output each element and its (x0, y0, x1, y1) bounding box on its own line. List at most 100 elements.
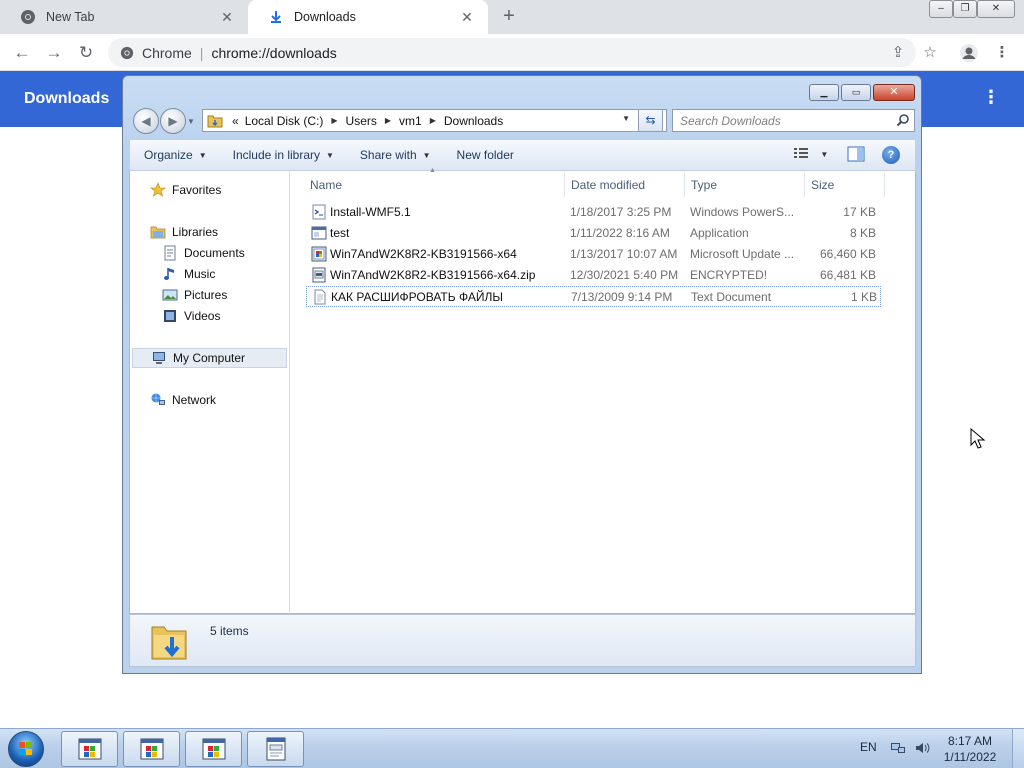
address-dropdown-icon[interactable]: ▼ (622, 114, 630, 123)
file-name: КАК РАСШИФРОВАТЬ ФАЙЛЫ (331, 290, 503, 304)
forward-arrow-icon[interactable]: ▶ (160, 108, 186, 134)
chrome-icon (120, 46, 134, 59)
chevron-right-icon[interactable]: ▶ (331, 116, 337, 125)
reload-icon[interactable]: ↻ (73, 40, 99, 66)
forward-arrow-icon[interactable]: → (41, 40, 67, 66)
tab-downloads[interactable]: Downloads ✕ (248, 0, 488, 34)
file-name: Win7AndW2K8R2-KB3191566-x64.zip (330, 268, 536, 282)
start-button[interactable] (8, 731, 44, 767)
close-tab-icon[interactable]: ✕ (458, 8, 476, 26)
script-icon (312, 204, 326, 220)
restore-button[interactable]: ❐ (953, 0, 977, 18)
share-with-button[interactable]: Share with ▼ (346, 148, 443, 162)
nav-pictures[interactable]: Pictures (162, 285, 227, 305)
refresh-icon[interactable]: ⇆ (638, 109, 663, 132)
nav-libraries[interactable]: Libraries (150, 222, 218, 242)
nav-favorites[interactable]: Favorites (150, 180, 221, 200)
file-size: 1 KB (850, 290, 877, 304)
chevron-down-icon: ▼ (422, 150, 431, 160)
encrypted-file-icon (312, 267, 326, 283)
back-arrow-icon[interactable]: ◀ (133, 108, 159, 134)
minimize-button[interactable]: ▁ (809, 84, 839, 101)
network-tray-icon[interactable] (890, 741, 906, 755)
documents-icon (164, 245, 176, 261)
organize-button[interactable]: Organize ▼ (130, 148, 219, 162)
chevron-down-icon: ▼ (326, 150, 334, 160)
download-icon (268, 9, 284, 25)
file-list: ▲ Name Date modified Type Size Install-W… (291, 167, 916, 614)
view-list-icon (794, 148, 808, 158)
pictures-icon (162, 289, 178, 301)
nav-network[interactable]: Network (150, 390, 216, 410)
menu-kebab-icon[interactable]: ⋮ (991, 42, 1013, 64)
taskbar-app-button[interactable] (185, 731, 242, 767)
volume-icon[interactable] (914, 741, 930, 755)
close-button[interactable]: ✕ (873, 84, 915, 101)
file-name: Win7AndW2K8R2-KB3191566-x64 (330, 247, 517, 261)
new-folder-button[interactable]: New folder (443, 148, 526, 162)
share-icon[interactable]: ⇪ (887, 42, 909, 64)
file-row[interactable]: test 1/11/2022 8:16 AM Application 8 KB (306, 223, 881, 244)
profile-avatar-icon[interactable] (958, 42, 980, 64)
close-button[interactable]: ✕ (977, 0, 1015, 18)
chevron-right-icon[interactable]: ▶ (385, 116, 391, 125)
clock-date: 1/11/2022 (943, 750, 997, 764)
taskbar-app-button[interactable] (247, 731, 304, 767)
system-clock[interactable]: 8:17 AM 1/11/2022 (940, 733, 1000, 765)
column-header-size[interactable]: Size (805, 173, 885, 197)
input-language[interactable]: EN (860, 740, 877, 754)
column-header-type[interactable]: Type (685, 173, 805, 197)
chevron-right-icon[interactable]: ▶ (430, 116, 436, 125)
file-date: 7/13/2009 9:14 PM (571, 290, 673, 304)
file-type: Application (690, 226, 749, 240)
windows-logo-icon (19, 742, 32, 755)
minimize-button[interactable]: ‒ (929, 0, 953, 18)
tab-title: New Tab (46, 10, 95, 24)
column-header-name[interactable]: Name (304, 173, 565, 197)
taskbar-app-button[interactable] (61, 731, 118, 767)
libraries-icon (150, 226, 166, 239)
nav-my-computer[interactable]: My Computer (132, 348, 287, 368)
more-actions-icon[interactable]: ⋮ (982, 87, 1000, 108)
breadcrumb-overflow[interactable]: « (232, 114, 239, 128)
search-input[interactable]: Search Downloads (672, 109, 915, 132)
maximize-button[interactable]: ▭ (841, 84, 871, 101)
breadcrumb-item[interactable]: vm1 (399, 114, 422, 128)
clock-time: 8:17 AM (947, 734, 993, 748)
file-size: 17 KB (843, 205, 876, 219)
tab-new-tab[interactable]: New Tab ✕ (0, 0, 248, 34)
file-row[interactable]: КАК РАСШИФРОВАТЬ ФАЙЛЫ 7/13/2009 9:14 PM… (306, 286, 881, 307)
file-name: Install-WMF5.1 (330, 205, 411, 219)
videos-icon (164, 310, 176, 322)
preview-pane-button[interactable] (847, 146, 865, 164)
nav-music[interactable]: Music (162, 264, 215, 284)
file-row[interactable]: Install-WMF5.1 1/18/2017 3:25 PM Windows… (306, 202, 881, 223)
text-document-icon (266, 737, 285, 761)
breadcrumb-item[interactable]: Local Disk (C:) (245, 114, 324, 128)
recent-pages-dropdown-icon[interactable]: ▼ (187, 117, 195, 126)
computer-icon (153, 352, 165, 364)
new-tab-button[interactable]: + (498, 6, 520, 28)
breadcrumb-item[interactable]: Users (346, 114, 377, 128)
taskbar-app-button[interactable] (123, 731, 180, 767)
close-tab-icon[interactable]: ✕ (218, 8, 236, 26)
file-row[interactable]: Win7AndW2K8R2-KB3191566-x64 1/13/2017 10… (306, 244, 881, 265)
include-in-library-button[interactable]: Include in library ▼ (219, 148, 346, 162)
breadcrumb[interactable]: « Local Disk (C:) ▶ Users ▶ vm1 ▶ Downlo… (202, 109, 667, 132)
breadcrumb-item[interactable]: Downloads (444, 114, 503, 128)
address-bar[interactable]: Chrome | chrome://downloads (108, 38, 916, 67)
bookmark-star-icon[interactable]: ☆ (919, 42, 941, 64)
show-desktop-button[interactable] (1012, 729, 1024, 768)
column-header-date[interactable]: Date modified (565, 173, 685, 197)
nav-documents[interactable]: Documents (162, 243, 245, 263)
file-row[interactable]: Win7AndW2K8R2-KB3191566-x64.zip 12/30/20… (306, 265, 881, 286)
include-in-library-label: Include in library (232, 148, 320, 162)
search-icon[interactable] (896, 113, 910, 127)
help-icon[interactable]: ? (882, 146, 900, 164)
nav-videos[interactable]: Videos (162, 306, 220, 326)
change-view-button[interactable]: ▼ (793, 146, 828, 164)
explorer-window-controls: ▁ ▭ ✕ (809, 84, 915, 101)
back-arrow-icon[interactable]: ← (9, 40, 35, 66)
tab-strip: New Tab ✕ Downloads ✕ + ‒ ❐ ✕ (0, 0, 1024, 34)
app-window-icon (202, 738, 225, 760)
